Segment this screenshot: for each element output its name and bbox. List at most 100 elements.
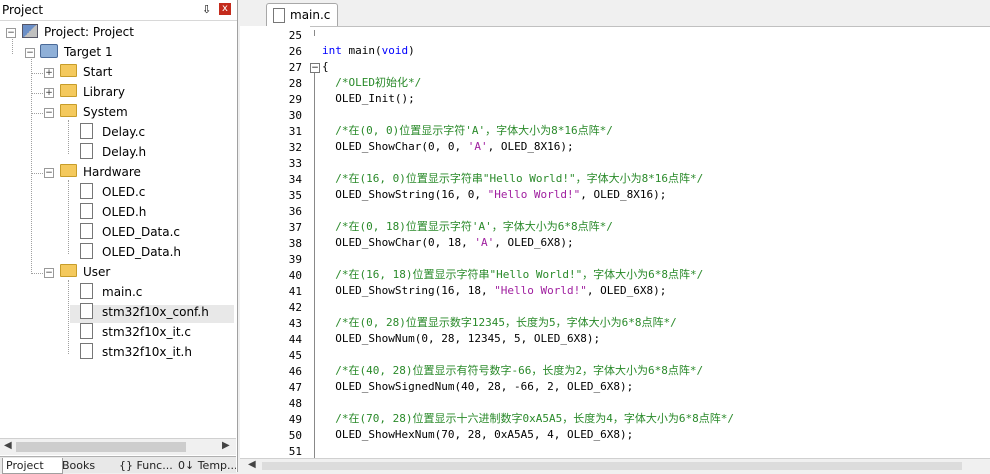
project-horizontal-scrollbar[interactable]: ◀ ▶ bbox=[0, 438, 236, 455]
code-token: { bbox=[322, 60, 329, 73]
pin-icon[interactable]: ⇩ bbox=[202, 3, 211, 16]
line-number: 41 bbox=[288, 285, 302, 298]
code-line: OLED_ShowHexNum(70, 28, 0xA5A5, 4, OLED_… bbox=[322, 427, 633, 443]
collapse-icon[interactable]: − bbox=[44, 108, 54, 118]
line-number: 45 bbox=[288, 349, 302, 362]
tree-item-label: System bbox=[83, 105, 128, 119]
code-token: ) bbox=[408, 44, 415, 57]
folder-icon bbox=[60, 164, 77, 177]
code-line: /*在(70, 28)位置显示十六进制数字0xA5A5，长度为4，字体大小为6*… bbox=[322, 411, 734, 427]
scroll-right-icon[interactable]: ▶ bbox=[222, 440, 230, 451]
file-icon bbox=[80, 283, 93, 299]
tree-item-label: OLED.c bbox=[102, 185, 146, 199]
line-number: 40 bbox=[288, 269, 302, 282]
scrollbar-thumb[interactable] bbox=[262, 462, 962, 470]
code-string: 'A' bbox=[467, 140, 488, 153]
collapse-icon[interactable]: − bbox=[44, 268, 54, 278]
tree-item-label: Delay.c bbox=[102, 125, 146, 139]
code-comment: /*在(40, 28)位置显示有符号数字-66，长度为2，字体大小为6*8点阵*… bbox=[322, 364, 704, 377]
code-comment: /*在(70, 28)位置显示十六进制数字0xA5A5，长度为4，字体大小为6*… bbox=[322, 412, 734, 425]
tree-item-label: Project: Project bbox=[44, 25, 134, 39]
line-number: 26 bbox=[288, 45, 302, 58]
tree-item-label: stm32f10x_conf.h bbox=[102, 305, 209, 319]
code-line: OLED_ShowNum(0, 28, 12345, 5, OLED_6X8); bbox=[322, 331, 600, 347]
file-icon bbox=[80, 323, 93, 339]
line-number: 50 bbox=[288, 429, 302, 442]
line-number: 28 bbox=[288, 77, 302, 90]
fold-line-top bbox=[314, 30, 315, 36]
line-number: 27 bbox=[288, 61, 302, 74]
code-token: OLED_ShowNum(0, 28, 12345, 5, OLED_6X8); bbox=[322, 332, 601, 345]
tree-item-label: Hardware bbox=[83, 165, 141, 179]
file-icon bbox=[80, 123, 93, 139]
code-line: OLED_ShowChar(0, 0, 'A', OLED_8X16); bbox=[322, 139, 574, 155]
code-keyword: void bbox=[381, 44, 409, 57]
project-bottom-tabs: Project Books {} Func... 0↓ Temp... bbox=[0, 456, 236, 474]
code-line: int main(void) bbox=[322, 43, 415, 59]
code-token: OLED_Init(); bbox=[322, 92, 415, 105]
code-token: OLED_ShowChar(0, 18, bbox=[322, 236, 475, 249]
collapse-icon[interactable]: − bbox=[44, 168, 54, 178]
code-token: main( bbox=[341, 44, 382, 57]
scroll-left-icon[interactable]: ◀ bbox=[248, 459, 256, 470]
file-icon bbox=[80, 303, 93, 319]
code-line: /*在(0, 28)位置显示数字12345，长度为5，字体大小为6*8点阵*/ bbox=[322, 315, 676, 331]
line-number: 30 bbox=[288, 109, 302, 122]
tree-item-label: Start bbox=[83, 65, 113, 79]
tree-item-label: stm32f10x_it.c bbox=[102, 325, 191, 339]
line-number-gutter: 25 26 27 28 29 30 31 32 33 34 35 36 37 38 39 40 41 42 43 44… bbox=[240, 26, 310, 458]
code-token: , OLED_6X8); bbox=[494, 236, 574, 249]
line-number: 29 bbox=[288, 93, 302, 106]
code-comment: /*OLED初始化*/ bbox=[322, 76, 422, 89]
code-string: "Hello World!" bbox=[494, 284, 587, 297]
line-number: 35 bbox=[288, 189, 302, 202]
line-number: 31 bbox=[288, 125, 302, 138]
code-line: /*在(0, 0)位置显示字符'A'，字体大小为8*16点阵*/ bbox=[322, 123, 613, 139]
code-token: OLED_ShowHexNum(70, 28, 0xA5A5, 4, OLED_… bbox=[322, 428, 634, 441]
file-icon bbox=[80, 223, 93, 239]
line-number: 33 bbox=[288, 157, 302, 170]
project-icon bbox=[22, 24, 38, 38]
line-number: 36 bbox=[288, 205, 302, 218]
file-icon bbox=[80, 143, 93, 159]
line-number: 32 bbox=[288, 141, 302, 154]
line-number: 46 bbox=[288, 365, 302, 378]
code-token: , OLED_6X8); bbox=[586, 284, 667, 297]
code-string: "Hello World!" bbox=[487, 188, 581, 201]
tree-item-label: main.c bbox=[102, 285, 143, 299]
collapse-icon[interactable]: − bbox=[25, 48, 35, 58]
code-token: OLED_ShowString(16, 18, bbox=[322, 284, 495, 297]
scrollbar-thumb[interactable] bbox=[16, 442, 186, 452]
code-line: OLED_ShowString(16, 0, "Hello World!", O… bbox=[322, 187, 666, 203]
expand-icon[interactable]: + bbox=[44, 68, 54, 78]
line-number: 44 bbox=[288, 333, 302, 346]
code-token: OLED_ShowChar(0, 0, bbox=[322, 140, 468, 153]
folder-icon bbox=[60, 64, 77, 77]
code-token: , OLED_8X16); bbox=[580, 188, 667, 201]
file-icon bbox=[80, 183, 93, 199]
tab-templates[interactable]: 0↓ Temp... bbox=[178, 458, 236, 473]
line-number: 49 bbox=[288, 413, 302, 426]
editor-tab-bar: main.c bbox=[240, 0, 990, 27]
line-number: 39 bbox=[288, 253, 302, 266]
collapse-icon[interactable]: − bbox=[6, 28, 16, 38]
scroll-left-icon[interactable]: ◀ bbox=[4, 440, 12, 451]
tab-books[interactable]: Books bbox=[62, 458, 116, 473]
line-number: 25 bbox=[288, 29, 302, 42]
expand-icon[interactable]: + bbox=[44, 88, 54, 98]
fold-toggle-icon[interactable]: − bbox=[310, 63, 320, 73]
project-tree: − Project: Project − Target 1 + Start + Library… bbox=[0, 22, 236, 438]
folder-icon bbox=[60, 104, 77, 117]
tab-functions[interactable]: {} Func... bbox=[119, 458, 175, 473]
folder-icon bbox=[60, 264, 77, 277]
code-area[interactable]: int main(void){ /*OLED初始化*/ OLED_Init();… bbox=[322, 26, 982, 458]
code-token: , OLED_8X16); bbox=[487, 140, 574, 153]
tab-main-c[interactable]: main.c bbox=[266, 3, 338, 26]
file-icon bbox=[80, 243, 93, 259]
editor-horizontal-scrollbar[interactable]: ◀ bbox=[240, 458, 990, 473]
target-icon bbox=[40, 44, 58, 58]
code-token: OLED_ShowString(16, 0, bbox=[322, 188, 488, 201]
tree-item-label: stm32f10x_it.h bbox=[102, 345, 192, 359]
folder-icon bbox=[60, 84, 77, 97]
close-icon[interactable]: x bbox=[219, 3, 231, 15]
